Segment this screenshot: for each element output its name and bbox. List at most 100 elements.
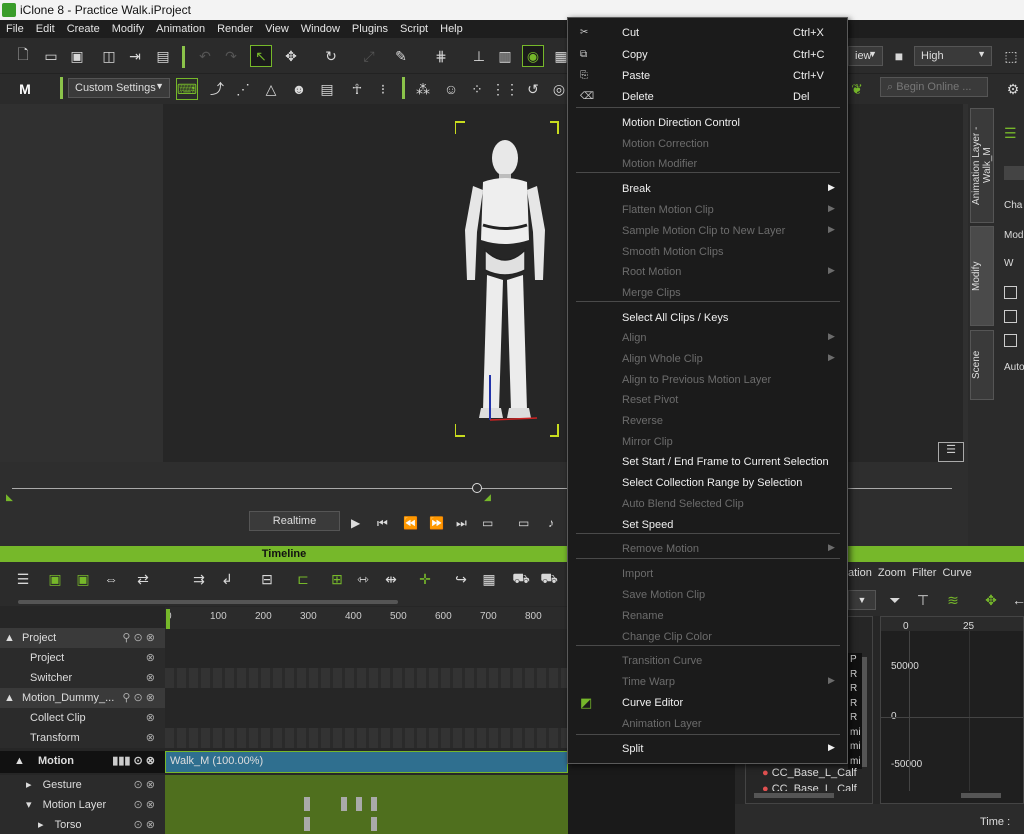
switcher-lane[interactable] [165, 668, 568, 688]
add-key-icon[interactable]: ▣ [44, 568, 66, 590]
ce-menu-animation[interactable]: ation [848, 567, 878, 579]
playback-mode-button[interactable]: Realtime [249, 511, 340, 531]
menu-modify[interactable]: Modify [106, 23, 150, 35]
pick-parent-icon[interactable]: ✎ [390, 45, 412, 67]
move-key-icon[interactable]: ✥ [980, 589, 1002, 611]
context-menu-item[interactable]: Break ▶ [568, 179, 847, 199]
context-menu-item[interactable]: ⎘ Paste Ctrl+V [568, 66, 847, 86]
close-icon[interactable]: ⊗ [146, 728, 155, 748]
list-item[interactable]: ● CC_Base_L_Calf [762, 783, 857, 791]
menu-edit[interactable]: Edit [30, 23, 61, 35]
context-menu-item[interactable]: ◩ Curve Editor [568, 693, 847, 713]
ce-menu-curve[interactable]: Curve [942, 567, 977, 579]
context-menu-item[interactable]: ⧉ Copy Ctrl+C [568, 45, 847, 65]
keyframe[interactable] [304, 797, 310, 811]
close-icon[interactable]: ⊗ [146, 648, 155, 668]
context-menu-item[interactable]: Root Motion ▶ [568, 262, 847, 282]
play-icon[interactable]: ▶ [351, 516, 360, 530]
ce-menu-zoom[interactable]: Zoom [878, 567, 912, 579]
car-icon[interactable]: ⛟ [510, 568, 532, 590]
step-forward-icon[interactable]: ⏩ [429, 516, 444, 530]
script-icon[interactable]: ▤ [316, 78, 338, 100]
context-menu-item[interactable]: Rename [568, 606, 847, 626]
keyframe[interactable] [341, 797, 347, 811]
playhead[interactable] [166, 609, 170, 629]
list-h-scrollbar[interactable] [754, 793, 834, 798]
curve-graph[interactable]: 0 25 50000 0 -50000 [880, 616, 1024, 804]
export-usd-icon[interactable]: ▤ [152, 45, 174, 67]
context-menu-item[interactable]: Sample Motion Clip to New Layer ▶ [568, 221, 847, 241]
chat-icon[interactable]: ☰ [938, 442, 964, 462]
track-row[interactable]: ▾ Motion Layer ⊙ ⊗ [0, 795, 165, 815]
gamepad-icon[interactable]: ⌨ [176, 78, 198, 100]
motion-menu-icon[interactable]: ▦ [478, 568, 500, 590]
preset-dropdown[interactable]: Custom Settings ▼ [68, 78, 170, 98]
expand-icon[interactable]: ⇿ [352, 568, 374, 590]
keyframe[interactable] [371, 817, 377, 831]
keyframe[interactable] [304, 817, 310, 831]
track-controls-icon[interactable]: ⚲ ⊙ ⊗ [122, 628, 155, 648]
track-row[interactable]: Collect Clip ⊗ [0, 708, 165, 728]
context-menu-item[interactable]: Auto Blend Selected Clip [568, 494, 847, 514]
context-menu-item[interactable]: Set Speed [568, 515, 847, 535]
track-row[interactable]: Switcher ⊗ [0, 668, 165, 688]
context-menu-item[interactable]: Align Whole Clip ▶ [568, 349, 847, 369]
link-icon[interactable]: ⇔ [100, 568, 122, 590]
list-item[interactable]: ● CC_Base_L_Calf [762, 767, 857, 779]
track-row[interactable]: ▲ Motion_Dummy_... ⚲ ⊙ ⊗ [0, 688, 165, 708]
save-icon[interactable]: ▣ [66, 45, 88, 67]
context-menu-item[interactable]: Reverse [568, 411, 847, 431]
tab-scene[interactable]: Scene [970, 330, 994, 400]
context-menu-item[interactable]: Merge Clips [568, 283, 847, 303]
track-row[interactable]: ▲ Project ⚲ ⊙ ⊗ [0, 628, 165, 648]
render-icon[interactable]: ◫ [98, 45, 120, 67]
crowd-icon[interactable]: ☻ [288, 78, 310, 100]
track-row[interactable]: ▸ Gesture ⊙ ⊗ [0, 775, 165, 795]
rotate-icon[interactable]: ↻ [320, 45, 342, 67]
arrow-left-icon[interactable]: ← [1008, 589, 1024, 611]
character-model[interactable] [455, 120, 560, 438]
select-icon[interactable]: ↖ [250, 45, 272, 67]
gesture-lane[interactable] [165, 775, 568, 795]
chevron-down-icon[interactable]: ▼ [848, 590, 876, 610]
menu-help[interactable]: Help [434, 23, 469, 35]
scrub-handle[interactable] [472, 483, 482, 493]
track-row[interactable]: ▸ Torso ⊙ ⊗ [0, 815, 165, 834]
filter-icon[interactable]: ⏷ [884, 589, 906, 611]
tab-animation-layer[interactable]: Animation Layer - Walk_M [970, 108, 994, 223]
menu-window[interactable]: Window [295, 23, 346, 35]
context-menu-item[interactable]: Flatten Motion Clip ▶ [568, 200, 847, 220]
timeline-scrollbar[interactable] [18, 600, 398, 604]
camera-icon[interactable]: ■ [888, 45, 910, 67]
go-end-icon[interactable]: ⏭ [456, 516, 467, 531]
open-file-icon[interactable]: ▭ [40, 45, 62, 67]
context-menu-item[interactable]: ✂ Cut Ctrl+X [568, 23, 847, 43]
context-menu-item[interactable]: Select Collection Range by Selection [568, 473, 847, 493]
context-menu-item[interactable]: Mirror Clip [568, 432, 847, 452]
context-menu-item[interactable]: Motion Correction [568, 134, 847, 154]
scale-clip-icon[interactable]: ⊟ [256, 568, 278, 590]
actor-icon[interactable]: ☥ [346, 78, 368, 100]
expand-arrow-icon[interactable]: ▸ [38, 819, 44, 831]
grid-icon[interactable]: ⋮⋮ [491, 78, 519, 100]
motion-layer-lane[interactable] [165, 795, 568, 815]
waypoint-icon[interactable]: ⋰ [232, 78, 254, 100]
new-file-icon[interactable]: 🗋 [12, 45, 34, 67]
checkbox[interactable] [1004, 334, 1017, 347]
settings-icon[interactable]: ⚙ [1002, 78, 1024, 100]
context-menu-item[interactable]: Motion Direction Control [568, 113, 847, 133]
context-menu-item[interactable]: Time Warp ▶ [568, 672, 847, 692]
shift-icon[interactable]: ⇉ [188, 568, 210, 590]
track-controls-icon[interactable]: ⊙ ⊗ [134, 815, 156, 834]
tab-modify[interactable]: Modify [970, 226, 994, 326]
loop-clip-icon[interactable]: ↲ [216, 568, 238, 590]
context-menu-item[interactable]: Animation Layer [568, 714, 847, 734]
collapse-arrow-icon[interactable]: ▲ [14, 755, 25, 767]
context-menu-item[interactable]: ⌫ Delete Del [568, 87, 847, 107]
search-input[interactable]: ⌕ Begin Online ... [880, 77, 988, 97]
track-controls-icon[interactable]: ⊙ ⊗ [134, 795, 156, 815]
menu-file[interactable]: File [0, 23, 30, 35]
fit-icon[interactable]: ⊞ [326, 568, 348, 590]
track-controls-icon[interactable]: ▮▮▮ ⊙ ⊗ [112, 751, 155, 771]
expand-arrow-icon[interactable]: ▲ [4, 632, 15, 644]
